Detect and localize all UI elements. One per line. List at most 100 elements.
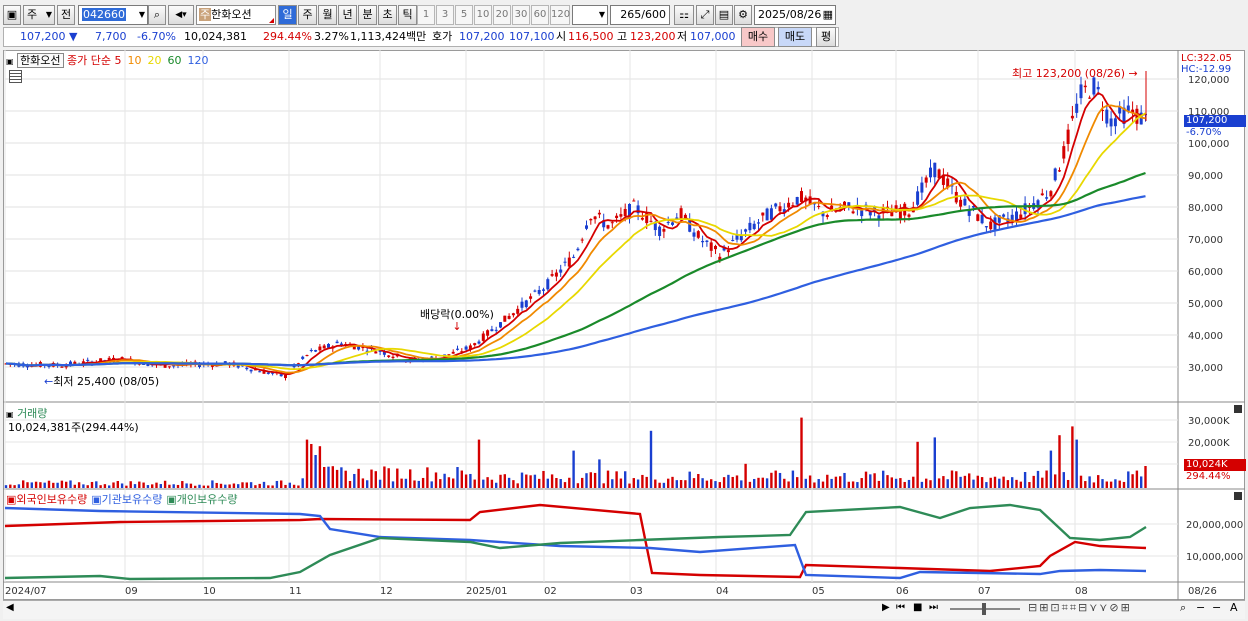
price-legend: ▣ 한화오선 종가 단순 5 10 20 60 120 <box>6 52 215 68</box>
price-tick-label: 40,000 <box>1188 331 1223 342</box>
volume-bar <box>559 479 562 488</box>
volume-bar <box>718 482 721 488</box>
volume-bar <box>731 476 734 488</box>
candle-body <box>606 225 610 229</box>
candle-body <box>589 218 593 221</box>
volume-current-rate: 294.44% <box>1186 471 1231 482</box>
volume-bar <box>348 480 352 488</box>
x-tick-label: 2025/01 <box>466 586 508 597</box>
volume-bars <box>4 417 1147 488</box>
close-panel-icon[interactable] <box>1234 492 1242 500</box>
volume-bar <box>1097 475 1100 488</box>
volume-bar <box>400 478 403 488</box>
candle-body <box>980 214 984 224</box>
volume-bar <box>658 482 661 488</box>
volume-bar <box>1131 474 1134 488</box>
volume-bar <box>697 474 700 488</box>
table-icon[interactable] <box>9 70 22 83</box>
candle-body <box>774 203 778 207</box>
volume-bar <box>839 476 842 488</box>
candle-body <box>305 355 309 357</box>
candle-body <box>327 343 330 348</box>
price-tick-label: 90,000 <box>1188 171 1223 182</box>
volume-bar <box>241 482 244 488</box>
left-arrow-icon: ← <box>44 375 54 388</box>
volume-bar <box>1054 474 1057 488</box>
volume-bar <box>245 482 248 488</box>
candle-body <box>860 210 864 217</box>
holding-legend-2: ▣개인보유수량 <box>166 493 238 506</box>
volume-bar <box>555 478 558 488</box>
x-tick-label: 10 <box>203 586 216 597</box>
candle-body <box>167 366 171 368</box>
scroll-right-icon[interactable]: ▶ <box>882 602 890 613</box>
volume-bar <box>968 473 971 488</box>
candle-body <box>563 261 567 263</box>
volume-bar <box>993 476 997 488</box>
volume-bar <box>1028 482 1031 488</box>
volume-bar <box>69 480 72 488</box>
volume-bar <box>1032 475 1035 488</box>
volume-bar <box>593 472 597 488</box>
stop-icon[interactable]: ■ <box>913 602 922 613</box>
minus-icon[interactable]: − <box>1212 601 1221 614</box>
candle-body <box>1109 118 1113 127</box>
volume-bar <box>383 466 386 488</box>
stock-tag[interactable]: 한화오선 <box>17 53 64 68</box>
volume-bar <box>215 482 218 488</box>
candle-body <box>529 296 533 299</box>
volume-bar <box>1011 477 1014 488</box>
candle-body <box>60 366 64 368</box>
volume-bar <box>90 481 94 488</box>
volume-bar <box>417 480 420 488</box>
zoom-slider-handle[interactable] <box>982 603 986 615</box>
nav-first-icon[interactable]: ⏮ <box>896 602 905 613</box>
volume-bar <box>1002 476 1005 488</box>
dividend-annotation: 배당락(0.00%) ↓ <box>420 306 494 332</box>
x-tick-label: 03 <box>630 586 643 597</box>
volume-bar <box>770 472 773 488</box>
volume-bar <box>864 471 868 488</box>
volume-bar <box>632 478 635 488</box>
candle-body <box>933 162 937 178</box>
candle-body <box>1040 193 1044 196</box>
volume-bar <box>1122 481 1126 488</box>
nav-last-icon[interactable]: ⏭ <box>929 602 938 613</box>
volume-bar <box>310 444 313 488</box>
price-tick-label: 50,000 <box>1188 299 1223 310</box>
close-panel-icon[interactable] <box>1234 405 1242 413</box>
volume-bar <box>890 477 893 488</box>
volume-bar <box>912 476 915 488</box>
candle-body <box>550 274 554 276</box>
volume-bar <box>998 478 1001 488</box>
zoom-icon[interactable]: ⌕ <box>1180 601 1186 615</box>
font-size-icon[interactable]: A <box>1230 601 1238 614</box>
minus-icon[interactable]: − <box>1196 601 1205 614</box>
tool-icons[interactable]: ⊟⊞⊡⌗⌗⊟⋎⋎⊘⊞ <box>1028 601 1132 615</box>
volume-bar <box>155 482 158 488</box>
candle-body <box>748 222 752 231</box>
volume-bar <box>628 483 631 488</box>
volume-bar <box>275 480 279 488</box>
candle-body <box>619 214 623 217</box>
candle-body <box>1066 129 1070 144</box>
volume-bar <box>503 474 506 488</box>
scroll-left-icon[interactable]: ◀ <box>6 602 14 613</box>
candle-body <box>1053 168 1057 181</box>
candle-body <box>391 356 395 359</box>
volume-bar <box>314 455 317 488</box>
holding-lines <box>4 503 1147 581</box>
volume-bar <box>619 478 623 488</box>
volume-bar <box>133 484 137 488</box>
candle-body <box>916 191 920 205</box>
chart-canvas[interactable]: 120,000110,000100,00090,00080,00070,0006… <box>0 0 1248 621</box>
volume-bar <box>667 478 670 488</box>
volume-bar <box>778 472 782 488</box>
volume-bar <box>340 467 343 488</box>
volume-bar <box>542 470 545 488</box>
volume-bar <box>765 478 769 488</box>
x-tick-label: 11 <box>289 586 302 597</box>
candle-body <box>546 279 550 290</box>
volume-bar <box>796 477 799 488</box>
volume-bar <box>168 484 171 488</box>
